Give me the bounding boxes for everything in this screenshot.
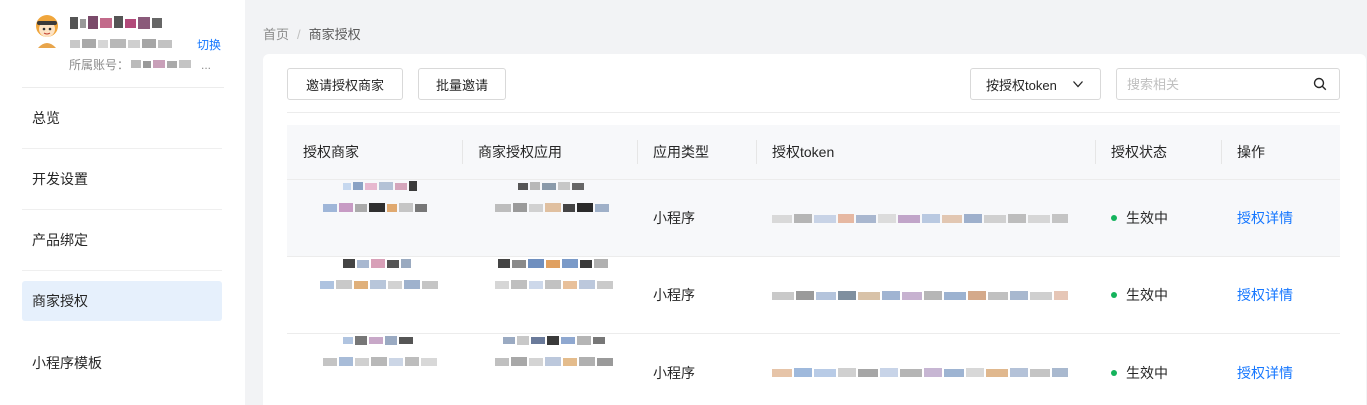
table-row: 小程序 生效中 授权详情 xyxy=(287,334,1340,405)
status-dot xyxy=(1111,369,1117,376)
token-cell-redacted xyxy=(756,334,1095,405)
action-cell: 授权详情 xyxy=(1221,180,1340,257)
action-cell: 授权详情 xyxy=(1221,334,1340,405)
sidebar-item-label: 小程序模板 xyxy=(32,354,102,371)
status-text: 生效中 xyxy=(1126,210,1168,226)
column-header: 授权状态 xyxy=(1095,125,1221,180)
toolbar-divider xyxy=(287,112,1340,113)
token-cell-redacted xyxy=(756,257,1095,334)
column-header: 授权token xyxy=(756,125,1095,180)
chevron-down-icon xyxy=(1073,81,1083,88)
belong-account-label: 所属账号： xyxy=(69,58,130,72)
status-cell: 生效中 xyxy=(1095,180,1221,257)
app-cell-redacted xyxy=(462,334,637,405)
token-cell-redacted xyxy=(756,180,1095,257)
account-id-redacted xyxy=(70,39,172,48)
auth-detail-link[interactable]: 授权详情 xyxy=(1237,285,1293,305)
search-input[interactable] xyxy=(1127,69,1307,99)
sidebar-item-label: 产品绑定 xyxy=(32,232,88,248)
status-cell: 生效中 xyxy=(1095,334,1221,405)
action-cell: 授权详情 xyxy=(1221,257,1340,334)
app-cell-redacted xyxy=(462,180,637,257)
sidebar-item-label: 商家授权 xyxy=(32,293,88,309)
account-profile: 切换 所属账号： ... xyxy=(22,8,224,88)
breadcrumb: 首页 / 商家授权 xyxy=(263,24,361,43)
status-text: 生效中 xyxy=(1126,287,1168,303)
batch-invite-button[interactable]: 批量邀请 xyxy=(418,68,506,100)
app-type-cell: 小程序 xyxy=(653,287,695,303)
invite-merchant-button[interactable]: 邀请授权商家 xyxy=(287,68,403,100)
auth-detail-link[interactable]: 授权详情 xyxy=(1237,363,1293,383)
search-icon[interactable] xyxy=(1313,77,1327,91)
merchant-cell-redacted xyxy=(287,180,462,257)
sidebar-item-label: 总览 xyxy=(32,110,60,126)
table-row: 小程序 生效中 授权详情 xyxy=(287,257,1340,334)
status-dot xyxy=(1111,292,1117,298)
app-cell-redacted xyxy=(462,257,637,334)
auth-detail-link[interactable]: 授权详情 xyxy=(1237,208,1293,228)
sidebar-item-dev-settings[interactable]: 开发设置 xyxy=(22,149,222,210)
sidebar: 切换 所属账号： ... 总览 开发设置 产品绑定 商家授权 小程序模板 xyxy=(0,0,245,405)
sidebar-item-merchant-auth[interactable]: 商家授权 xyxy=(22,281,222,321)
column-header: 商家授权应用 xyxy=(462,125,637,180)
status-badge: 生效中 xyxy=(1111,208,1168,228)
filter-select-value: 按授权token xyxy=(986,77,1057,93)
sidebar-item-miniprogram-templates[interactable]: 小程序模板 xyxy=(22,332,222,393)
merchant-auth-table: 授权商家 商家授权应用 应用类型 授权token 授权状态 操作 小程序 生效中 xyxy=(287,125,1340,405)
account-name-redacted xyxy=(70,16,162,29)
sidebar-item-product-binding[interactable]: 产品绑定 xyxy=(22,210,222,271)
sidebar-item-overview[interactable]: 总览 xyxy=(22,88,222,149)
table-row: 小程序 生效中 授权详情 xyxy=(287,180,1340,257)
sidebar-nav: 总览 开发设置 产品绑定 商家授权 小程序模板 xyxy=(22,88,222,393)
merchant-cell-redacted xyxy=(287,334,462,405)
belong-account-ellipsis: ... xyxy=(201,58,212,72)
status-badge: 生效中 xyxy=(1111,363,1168,383)
app-type-cell: 小程序 xyxy=(653,210,695,226)
main-card: 邀请授权商家 批量邀请 按授权token 授权商家 商家授权应用 应用类型 授权… xyxy=(263,54,1366,405)
sidebar-item-label: 开发设置 xyxy=(32,171,88,187)
merchant-cell-redacted xyxy=(287,257,462,334)
belong-account-value-redacted xyxy=(131,60,192,68)
status-text: 生效中 xyxy=(1126,364,1168,381)
switch-account-link[interactable]: 切换 xyxy=(197,36,221,53)
search-box xyxy=(1116,68,1340,100)
app-type-cell: 小程序 xyxy=(653,364,695,381)
status-badge: 生效中 xyxy=(1111,285,1168,305)
status-cell: 生效中 xyxy=(1095,257,1221,334)
table-header: 授权商家 商家授权应用 应用类型 授权token 授权状态 操作 xyxy=(287,125,1340,180)
column-header: 应用类型 xyxy=(637,125,756,180)
filter-select[interactable]: 按授权token xyxy=(970,68,1101,100)
breadcrumb-separator: / xyxy=(297,27,301,42)
status-dot xyxy=(1111,215,1117,221)
breadcrumb-current: 商家授权 xyxy=(308,27,361,42)
belong-account: 所属账号： ... xyxy=(69,56,211,73)
column-header: 授权商家 xyxy=(303,144,359,160)
avatar[interactable] xyxy=(34,14,60,48)
breadcrumb-home[interactable]: 首页 xyxy=(263,27,289,42)
column-header: 操作 xyxy=(1221,125,1340,180)
